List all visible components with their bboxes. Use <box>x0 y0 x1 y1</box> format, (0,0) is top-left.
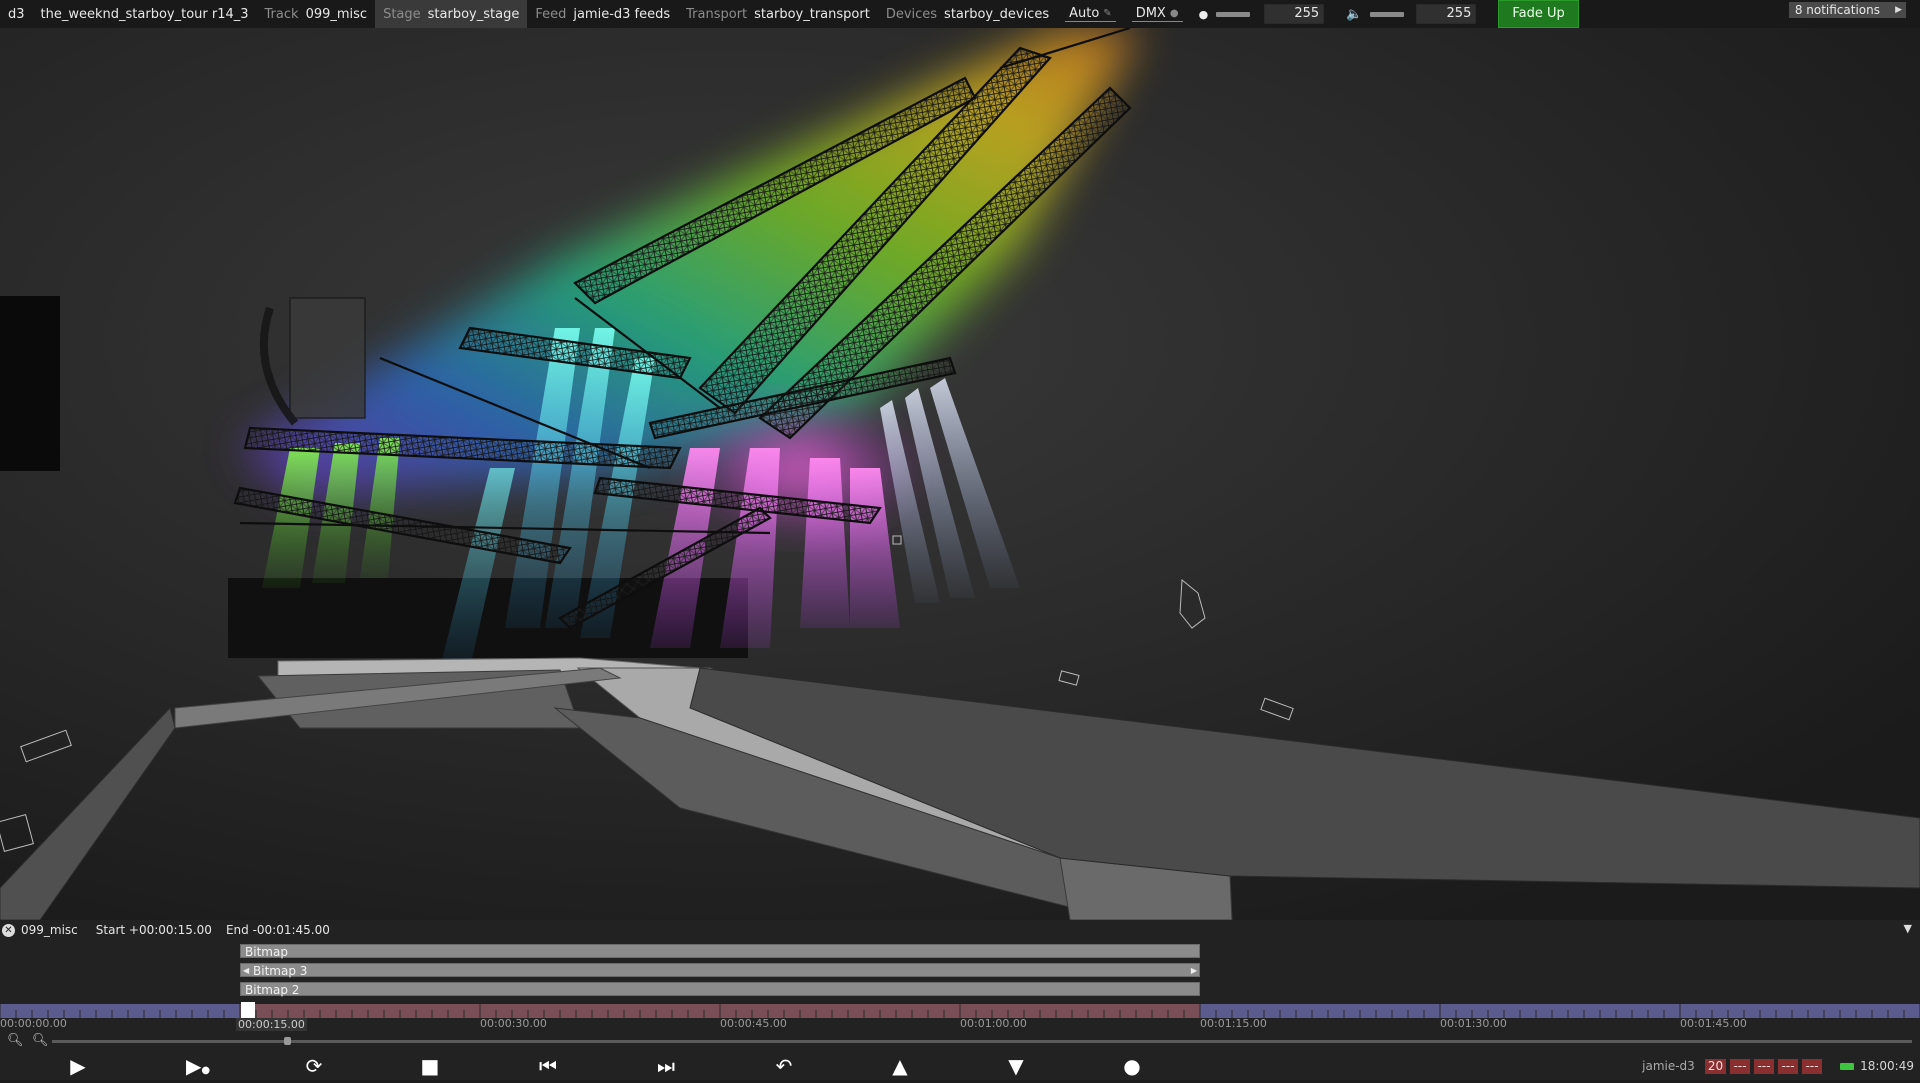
tick-label: 00:00:30.00 <box>480 1017 547 1030</box>
tick-label: 00:01:00.00 <box>960 1017 1027 1030</box>
top-bar: d3 the_weeknd_starboy_tour r14_3 Track 0… <box>0 0 1920 28</box>
chevron-right-icon: ▶ <box>1190 966 1197 975</box>
play-icon[interactable]: ▶ <box>58 1054 98 1078</box>
play-to-end-icon[interactable]: ▶● <box>178 1054 218 1078</box>
project-name[interactable]: the_weeknd_starboy_tour r14_3 <box>33 0 257 28</box>
timeline-end: End -00:01:45.00 <box>225 923 330 937</box>
status-user: jamie-d3 <box>1642 1059 1695 1073</box>
timeline-track-name: 099_misc <box>21 923 78 937</box>
zoom-out-icon[interactable]: 🔍︎ <box>7 1033 24 1048</box>
tick-label: 00:01:45.00 <box>1680 1017 1747 1030</box>
devices-selector[interactable]: Devices starboy_devices <box>878 0 1057 28</box>
playhead-time: 00:00:15.00 <box>236 1018 307 1031</box>
notifications-button[interactable]: 8 notifications ▶ <box>1788 2 1906 18</box>
fade-up-button[interactable]: Fade Up <box>1498 0 1579 28</box>
status-badge[interactable]: --- <box>1802 1058 1823 1074</box>
brightness-value[interactable]: 255 <box>1264 4 1325 24</box>
timeline-scroll-thumb[interactable] <box>284 1037 291 1045</box>
transport-selector[interactable]: Transport starboy_transport <box>678 0 878 28</box>
track-selector[interactable]: Track 099_misc <box>257 0 376 28</box>
timeline-scrollbar[interactable] <box>52 1040 1912 1043</box>
tick-label: 00:01:15.00 <box>1200 1017 1267 1030</box>
app-name[interactable]: d3 <box>0 0 33 28</box>
loop-icon[interactable]: ⟳ <box>294 1054 334 1078</box>
chevron-left-icon: ◀ <box>243 966 250 975</box>
stop-icon[interactable]: ■ <box>410 1054 450 1078</box>
status-bar: jamie-d3 20 --- --- --- --- 18:00:49 <box>1642 1052 1920 1080</box>
layer-bitmap-2[interactable]: Bitmap 2 <box>240 982 1200 997</box>
status-badge[interactable]: --- <box>1754 1058 1775 1074</box>
volume-slider[interactable] <box>1370 11 1405 17</box>
stage-render <box>0 28 1920 920</box>
tick-label: 00:00:00.00 <box>0 1017 67 1030</box>
dmx-toggle[interactable]: DMX ● <box>1124 0 1191 28</box>
speaker-icon: 🔈 <box>1346 6 1363 22</box>
playhead[interactable] <box>241 1002 255 1018</box>
network-status-icon <box>1840 1062 1855 1070</box>
previous-section-icon[interactable]: ⏮ <box>528 1054 568 1078</box>
brightness-control: ● 255 <box>1191 0 1325 28</box>
close-icon[interactable]: ✕ <box>2 923 15 937</box>
pencil-icon: ✎ <box>1103 8 1112 19</box>
timeline-ruler[interactable] <box>0 1004 1920 1018</box>
next-section-icon[interactable]: ⏭ <box>646 1054 686 1078</box>
feed-selector[interactable]: Feed jamie-d3 feeds <box>527 0 678 28</box>
timeline-start: Start +00:00:15.00 <box>95 923 212 937</box>
tick-label: 00:01:30.00 <box>1440 1017 1507 1030</box>
layer-bitmap[interactable]: Bitmap <box>240 944 1200 959</box>
transport-controls: ▶ ▶● ⟳ ■ ⏮ ⏭ ↶ ▲ ▼ ● <box>0 1052 1920 1080</box>
fps-badge[interactable]: 20 <box>1704 1058 1727 1074</box>
brightness-icon: ● <box>1198 7 1209 21</box>
chevron-down-icon[interactable]: ▼ <box>1904 922 1912 935</box>
zoom-in-icon[interactable]: 🔍︎ <box>32 1033 49 1048</box>
timeline-header: ✕ 099_misc Start +00:00:15.00 End -00:01… <box>0 920 1920 940</box>
stage-viewport[interactable] <box>0 28 1920 920</box>
tick-label: 00:00:45.00 <box>720 1017 787 1030</box>
record-icon[interactable]: ● <box>1112 1054 1152 1078</box>
brightness-slider[interactable] <box>1216 11 1251 17</box>
chevron-right-icon: ▶ <box>1895 5 1902 15</box>
clock: 18:00:49 <box>1860 1059 1914 1073</box>
status-badge[interactable]: --- <box>1730 1058 1751 1074</box>
volume-control: 🔈 255 <box>1324 0 1484 28</box>
layer-bitmap-3[interactable]: ◀ Bitmap 3 ▶ <box>240 963 1200 978</box>
stage-selector[interactable]: Stage starboy_stage <box>375 0 528 28</box>
status-badge[interactable]: --- <box>1778 1058 1799 1074</box>
volume-value[interactable]: 255 <box>1416 4 1477 24</box>
return-icon[interactable]: ↶ <box>764 1054 804 1078</box>
dmx-status-icon: ● <box>1169 8 1179 19</box>
triangle-down-icon[interactable]: ▼ <box>996 1054 1036 1078</box>
triangle-up-icon[interactable]: ▲ <box>880 1054 920 1078</box>
auto-toggle[interactable]: Auto ✎ <box>1057 0 1124 28</box>
